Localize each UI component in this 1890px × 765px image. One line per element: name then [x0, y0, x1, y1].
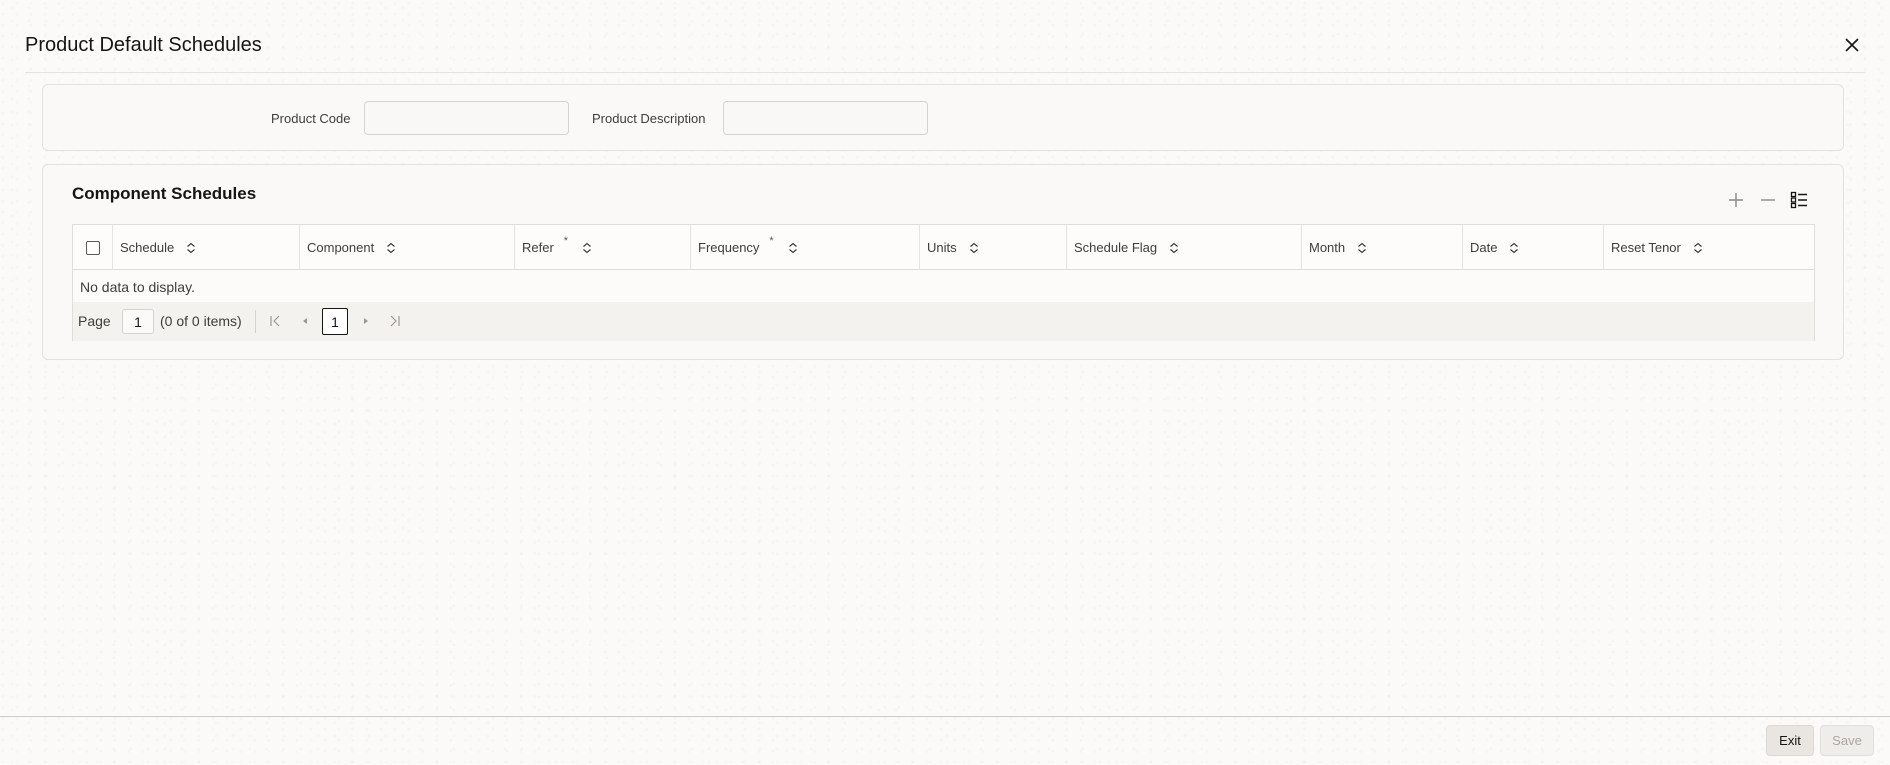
- empty-table-message: No data to display.: [80, 279, 195, 295]
- product-code-label: Product Code: [271, 111, 351, 126]
- sort-icon[interactable]: [1357, 242, 1367, 254]
- page-number-input[interactable]: [122, 309, 154, 334]
- sort-icon[interactable]: [582, 242, 592, 254]
- plus-icon: [1729, 193, 1743, 207]
- footer-divider: [0, 716, 1890, 717]
- section-title: Component Schedules: [72, 184, 257, 203]
- pager-divider: [255, 310, 256, 333]
- column-schedule-flag[interactable]: Schedule Flag: [1067, 225, 1302, 270]
- column-refer[interactable]: Refer *: [515, 225, 691, 270]
- exit-button[interactable]: Exit: [1766, 725, 1814, 756]
- page-title: Product Default Schedules: [25, 34, 262, 56]
- product-code-input[interactable]: [364, 101, 569, 135]
- minus-icon: [1761, 199, 1775, 201]
- close-button[interactable]: [1840, 33, 1864, 57]
- select-all-column: [73, 225, 113, 270]
- previous-page-icon: [303, 318, 307, 324]
- sort-icon[interactable]: [386, 242, 396, 254]
- select-all-checkbox[interactable]: [85, 240, 100, 255]
- item-count: (0 of 0 items): [160, 313, 242, 329]
- column-label: Date: [1470, 240, 1498, 255]
- next-page-icon: [364, 318, 368, 324]
- sort-icon[interactable]: [186, 242, 196, 254]
- close-icon: [1845, 38, 1859, 52]
- column-schedule[interactable]: Schedule: [113, 225, 300, 270]
- column-units[interactable]: Units: [920, 225, 1067, 270]
- column-frequency[interactable]: Frequency *: [691, 225, 920, 270]
- column-label: Units: [927, 240, 957, 255]
- product-description-label: Product Description: [592, 111, 706, 126]
- add-row-button[interactable]: [1724, 188, 1748, 212]
- sort-icon[interactable]: [788, 242, 798, 254]
- product-description-input[interactable]: [723, 101, 928, 135]
- table-header: Schedule Component Refer * Frequency * U…: [73, 225, 1814, 270]
- column-label: Refer: [522, 240, 554, 255]
- column-label: Month: [1309, 240, 1346, 255]
- component-schedules-table: Schedule Component Refer * Frequency * U…: [72, 224, 1815, 341]
- column-component[interactable]: Component: [300, 225, 515, 270]
- current-page-button[interactable]: 1: [322, 308, 348, 335]
- next-page-button[interactable]: [356, 311, 376, 331]
- single-record-view-button[interactable]: [1787, 188, 1811, 212]
- sort-icon[interactable]: [1169, 242, 1179, 254]
- last-page-button[interactable]: [384, 311, 404, 331]
- page-label: Page: [78, 313, 111, 329]
- sort-icon[interactable]: [1693, 242, 1703, 254]
- sort-icon[interactable]: [969, 242, 979, 254]
- title-divider: [25, 72, 1865, 73]
- column-month[interactable]: Month: [1302, 225, 1463, 270]
- column-label: Schedule Flag: [1074, 240, 1158, 255]
- save-button[interactable]: Save: [1820, 725, 1874, 756]
- column-date[interactable]: Date: [1463, 225, 1604, 270]
- delete-row-button[interactable]: [1756, 188, 1780, 212]
- previous-page-button[interactable]: [295, 311, 315, 331]
- required-marker: *: [563, 234, 569, 247]
- first-page-icon: [270, 315, 280, 327]
- sort-icon[interactable]: [1509, 242, 1519, 254]
- column-reset-tenor[interactable]: Reset Tenor: [1604, 225, 1814, 270]
- single-record-view-icon: [1790, 191, 1807, 209]
- column-label: Frequency: [698, 240, 760, 255]
- required-marker: *: [769, 234, 774, 247]
- pagination-bar: Page (0 of 0 items) 1: [73, 302, 1814, 341]
- column-label: Reset Tenor: [1611, 240, 1681, 255]
- first-page-button[interactable]: [266, 311, 286, 331]
- column-label: Schedule: [120, 240, 175, 255]
- dialog-title-bar: Product Default Schedules: [0, 0, 1890, 72]
- last-page-icon: [390, 315, 400, 327]
- column-label: Component: [307, 240, 375, 255]
